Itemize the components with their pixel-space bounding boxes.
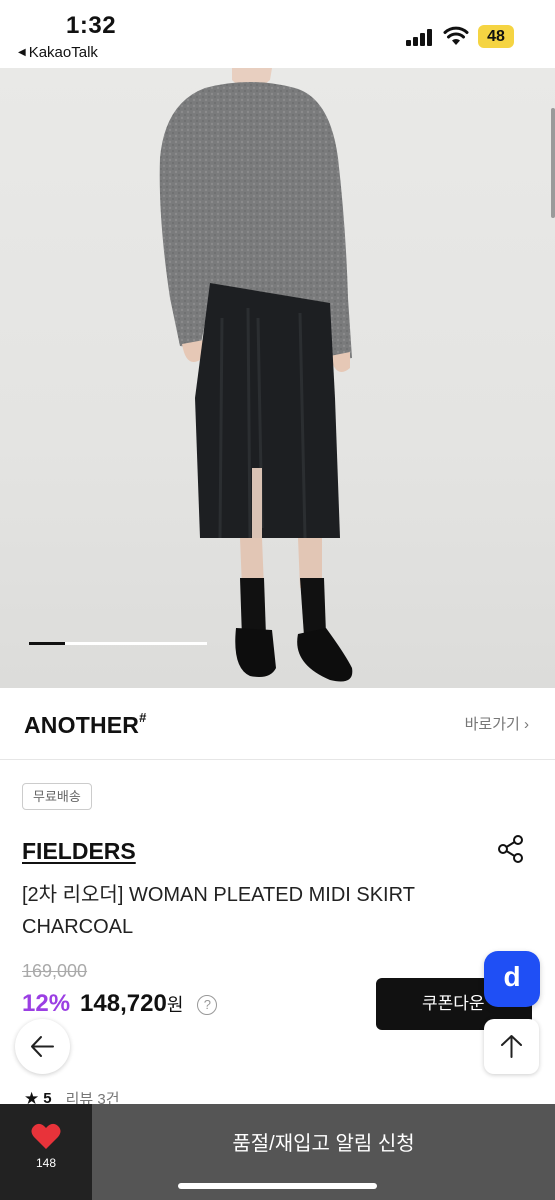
discount-rate: 12% bbox=[22, 990, 71, 1017]
arrow-left-icon bbox=[31, 1036, 54, 1057]
battery-indicator: 48 bbox=[478, 25, 514, 48]
seller-name-link[interactable]: FIELDERS bbox=[22, 838, 136, 865]
back-button[interactable] bbox=[15, 1019, 70, 1074]
product-title: [2차 리오더] WOMAN PLEATED MIDI SKIRT CHARCO… bbox=[22, 884, 415, 938]
brand-row[interactable]: ANOTHER# 바로가기 › bbox=[0, 688, 555, 760]
home-indicator bbox=[178, 1183, 377, 1189]
sale-price: 148,720원 bbox=[80, 990, 184, 1017]
back-to-app-link[interactable]: ◀ KakaoTalk bbox=[18, 44, 98, 61]
arrow-up-icon bbox=[501, 1035, 522, 1058]
wifi-icon bbox=[443, 26, 469, 45]
signal-icon bbox=[406, 28, 436, 46]
d-floating-button[interactable]: d bbox=[484, 951, 540, 1007]
price-row: 12% 148,720원 ? bbox=[22, 990, 218, 1018]
back-triangle-icon: ◀ bbox=[18, 47, 26, 58]
restock-alert-button[interactable]: 품절/재입고 알림 신청 bbox=[92, 1104, 555, 1184]
brand-logo: ANOTHER# bbox=[24, 710, 147, 738]
product-image-carousel[interactable] bbox=[0, 68, 555, 688]
like-count: 148 bbox=[35, 1156, 57, 1170]
scroll-indicator bbox=[551, 108, 555, 218]
brand-goto-link[interactable]: 바로가기 › bbox=[465, 713, 529, 734]
free-shipping-badge: 무료배송 bbox=[22, 783, 92, 810]
like-button[interactable]: 148 bbox=[0, 1104, 92, 1200]
scroll-top-button[interactable] bbox=[484, 1019, 539, 1074]
share-icon[interactable] bbox=[496, 834, 526, 864]
back-app-label: KakaoTalk bbox=[28, 44, 98, 61]
carousel-progress-fill bbox=[29, 642, 65, 645]
carousel-progress bbox=[29, 642, 207, 645]
price-help-icon[interactable]: ? bbox=[197, 995, 218, 1015]
status-bar: 1:32 ◀ KakaoTalk 48 bbox=[0, 0, 555, 68]
product-photo bbox=[159, 68, 353, 682]
heart-icon bbox=[31, 1123, 61, 1149]
original-price: 169,000 bbox=[22, 961, 88, 981]
status-time: 1:32 bbox=[66, 12, 117, 39]
